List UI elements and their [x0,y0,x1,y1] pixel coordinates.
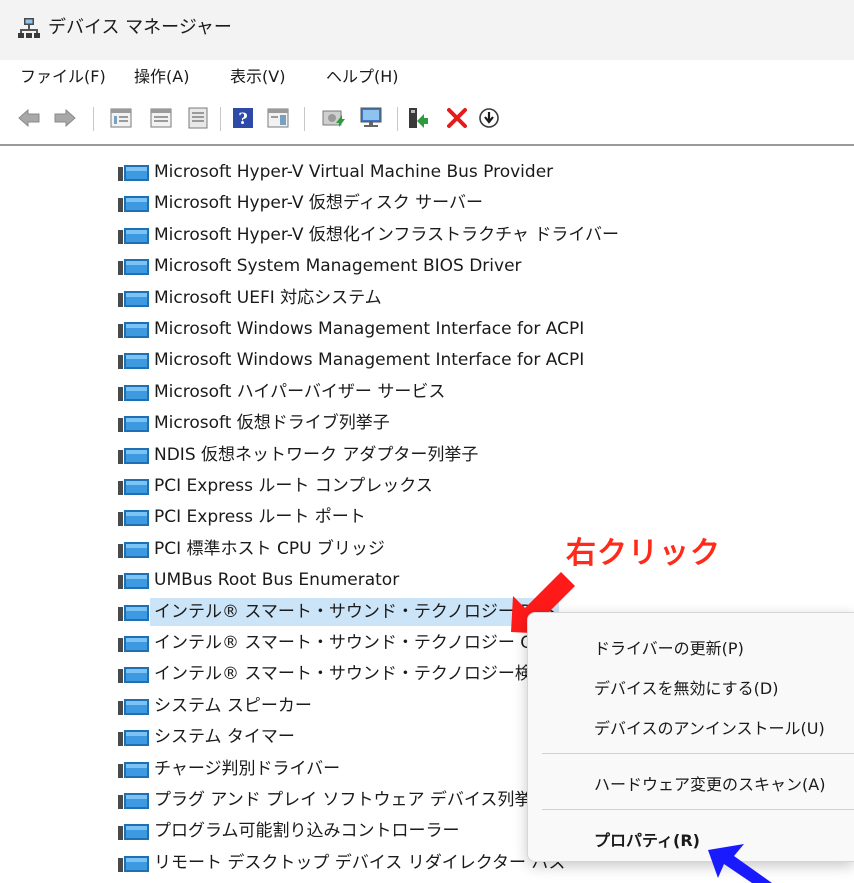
device-label: リモート デスクトップ デバイス リダイレクター バス [154,852,566,873]
system-device-icon [118,384,149,401]
system-device-icon [118,824,149,841]
device-label: Microsoft 仮想ドライブ列挙子 [154,413,390,434]
menu-bar: ファイル(F) 操作(A) 表示(V) ヘルプ(H) [0,60,854,94]
add-driver-icon[interactable] [404,105,430,131]
device-label: PCI Express ルート ポート [154,507,366,528]
system-device-icon [118,667,149,684]
system-device-icon [118,698,149,715]
system-device-icon [118,479,149,495]
system-device-icon [118,416,149,433]
back-arrow-icon[interactable] [16,105,42,131]
device-label: プラグ アンド プレイ ソフトウェア デバイス列挙子 [154,790,549,810]
menu-view[interactable]: 表示(V) [228,66,287,88]
system-device-icon [118,855,149,872]
toolbar-separator [304,107,305,131]
device-label: Microsoft UEFI 対応システム [154,287,382,308]
uninstall-x-icon[interactable] [444,105,470,131]
device-manager-icon [18,17,40,39]
context-menu-update-driver[interactable]: ドライバーの更新(P) [594,635,744,663]
device-label: PCI 標準ホスト CPU ブリッジ [154,538,385,559]
toolbar-separator [397,107,398,131]
scan-hardware-icon[interactable] [358,105,384,131]
context-menu-disable-device[interactable]: デバイスを無効にする(D) [594,675,779,703]
context-menu: ドライバーの更新(P) デバイスを無効にする(D) デバイスのアンインストール(… [527,612,854,862]
system-device-icon [118,227,149,244]
device-label: Microsoft Hyper-V 仮想化インフラストラクチャ ドライバー [154,224,619,245]
help-icon[interactable]: ? [230,105,256,131]
system-device-icon [118,604,149,621]
show-hide-tree-icon[interactable] [108,105,134,131]
device-label: プログラム可能割り込みコントローラー [154,821,460,842]
device-label: システム スピーカー [154,695,312,716]
context-menu-uninstall-device[interactable]: デバイスのアンインストール(U) [594,715,825,743]
annotation-label: 右クリック [566,536,721,571]
device-label: Microsoft System Management BIOS Driver [154,256,522,277]
forward-arrow-icon[interactable] [52,105,78,131]
system-device-icon [118,290,149,307]
system-device-icon [118,259,149,276]
system-device-icon [118,636,149,652]
menu-file[interactable]: ファイル(F) [18,66,108,88]
title-bar: デバイス マネージャー [0,0,854,60]
system-device-icon [118,793,149,809]
device-label: Microsoft Windows Management Interface f… [154,319,585,339]
toolbar-separator [220,107,221,131]
download-circle-icon[interactable] [476,105,502,131]
properties-icon[interactable] [185,105,211,131]
device-label: Microsoft Hyper-V 仮想ディスク サーバー [154,193,483,214]
menu-help[interactable]: ヘルプ(H) [324,66,401,88]
toolbar-separator [93,107,94,131]
system-device-icon [118,761,149,778]
device-label: UMBus Root Bus Enumerator [154,570,400,591]
device-label: インテル® スマート・サウンド・テクノロジー OED [154,633,558,653]
context-menu-separator [542,809,854,810]
system-device-icon [118,196,149,213]
annotation-blue-arrow [708,844,772,883]
device-label: Microsoft Hyper-V Virtual Machine Bus Pr… [154,162,554,182]
window-title: デバイス マネージャー [48,17,232,38]
svg-text:?: ? [238,109,247,128]
system-device-icon [118,730,149,747]
system-device-icon [118,322,149,338]
device-label: チャージ判別ドライバー [154,758,341,779]
system-device-icon [118,541,149,558]
context-menu-properties[interactable]: プロパティ(R) [594,827,700,855]
context-menu-scan-hardware[interactable]: ハードウェア変更のスキャン(A) [594,771,825,799]
system-device-icon [118,165,149,181]
update-driver-icon[interactable] [320,105,346,131]
action-pane-icon[interactable] [265,105,291,131]
device-label: Microsoft ハイパーバイザー サービス [154,381,446,402]
device-label: インテル® スマート・サウンド・テクノロジー検出器 [154,664,566,685]
menu-action[interactable]: 操作(A) [132,66,191,88]
system-device-icon [118,447,149,464]
device-label: NDIS 仮想ネットワーク アダプター列挙子 [154,444,479,465]
toolbar: ? [0,94,854,146]
system-device-icon [118,573,149,590]
system-device-icon [118,510,149,527]
list-view-icon[interactable] [148,105,174,131]
system-device-icon [118,353,149,370]
device-label: システム タイマー [154,727,295,748]
device-label: インテル® スマート・サウンド・テクノロジー BUS [150,597,560,626]
device-label: PCI Express ルート コンプレックス [154,476,433,496]
device-label: Microsoft Windows Management Interface f… [154,350,585,371]
context-menu-separator [542,753,854,754]
